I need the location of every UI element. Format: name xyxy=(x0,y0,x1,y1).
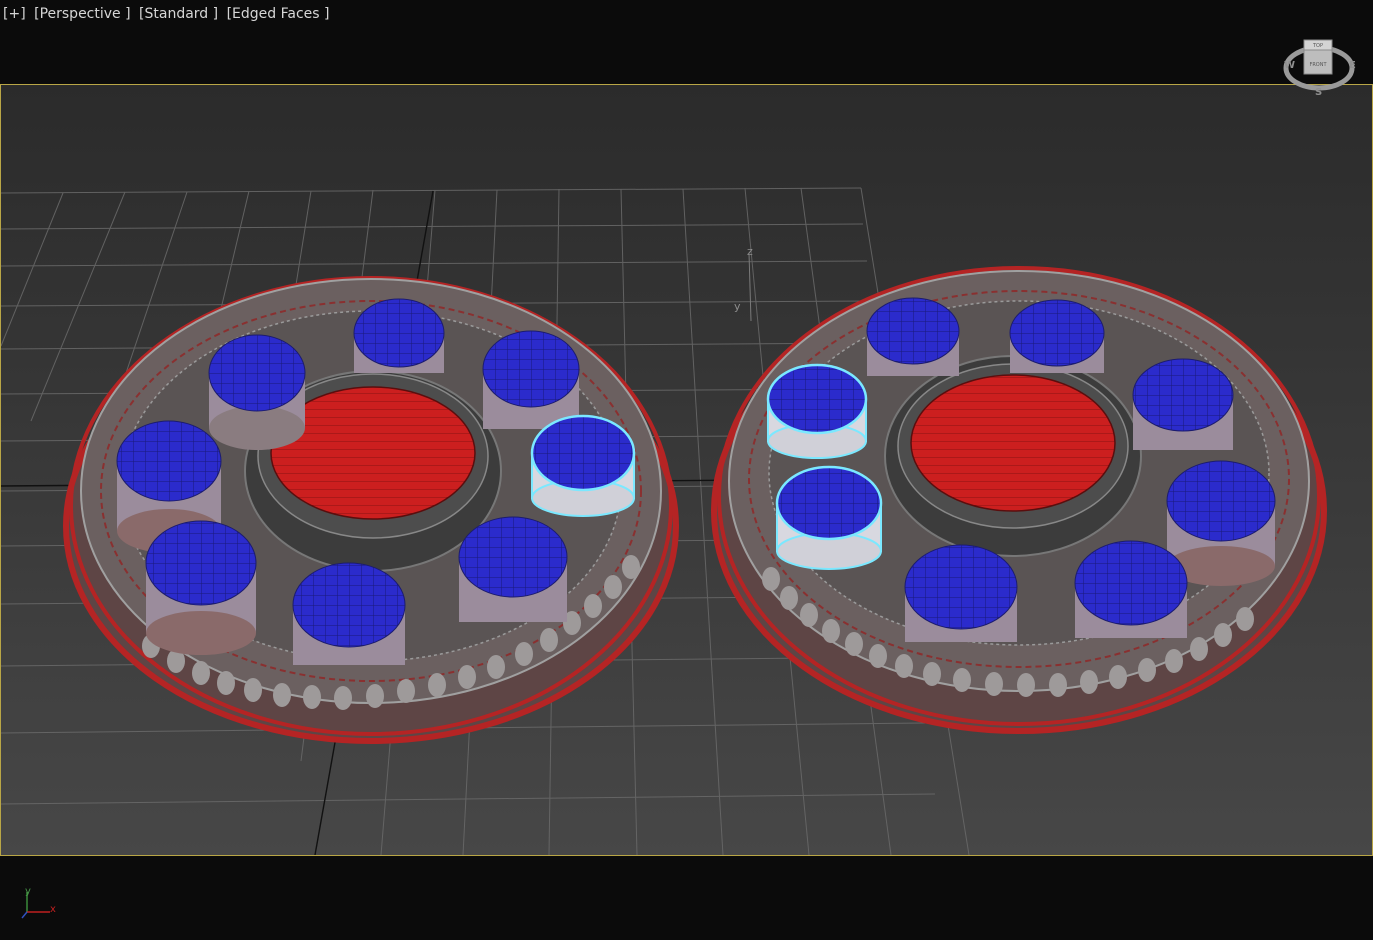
viewcube[interactable]: TOP FRONT W E S xyxy=(1278,32,1360,100)
viewport-scene[interactable]: z y xyxy=(1,85,1372,855)
viewport-shading-menu[interactable]: [Standard ] xyxy=(139,6,218,22)
grid-axis-y-label: y xyxy=(734,300,741,313)
viewcube-south[interactable]: S xyxy=(1315,87,1322,98)
roller-selected-left xyxy=(530,414,636,517)
axis-tripod: y x xyxy=(18,884,68,924)
bearing-left[interactable] xyxy=(63,276,679,744)
viewport-view-menu[interactable]: [Perspective ] xyxy=(34,6,130,22)
gizmo-z-axis xyxy=(748,252,752,322)
viewport-edges-menu[interactable]: [Edged Faces ] xyxy=(227,6,330,22)
grid-axis-z-label: z xyxy=(747,245,753,258)
viewcube-front-face[interactable]: FRONT xyxy=(1309,62,1327,68)
viewcube-east[interactable]: E xyxy=(1349,60,1356,71)
viewcube-top-face[interactable]: TOP xyxy=(1312,43,1323,49)
bearing-right[interactable] xyxy=(711,266,1327,734)
viewcube-west[interactable]: W xyxy=(1284,60,1295,71)
roller-selected-right-2 xyxy=(775,465,883,570)
perspective-viewport[interactable]: z y xyxy=(0,84,1373,856)
tripod-y-label: y xyxy=(25,886,31,897)
viewport-menu-plus[interactable]: [+] xyxy=(3,6,26,22)
viewport-label: [+] [Perspective ] [Standard ] [Edged Fa… xyxy=(3,6,333,22)
roller-selected-right-1 xyxy=(766,363,868,459)
hub-face-right xyxy=(910,374,1116,512)
tripod-x-label: x xyxy=(50,904,56,915)
